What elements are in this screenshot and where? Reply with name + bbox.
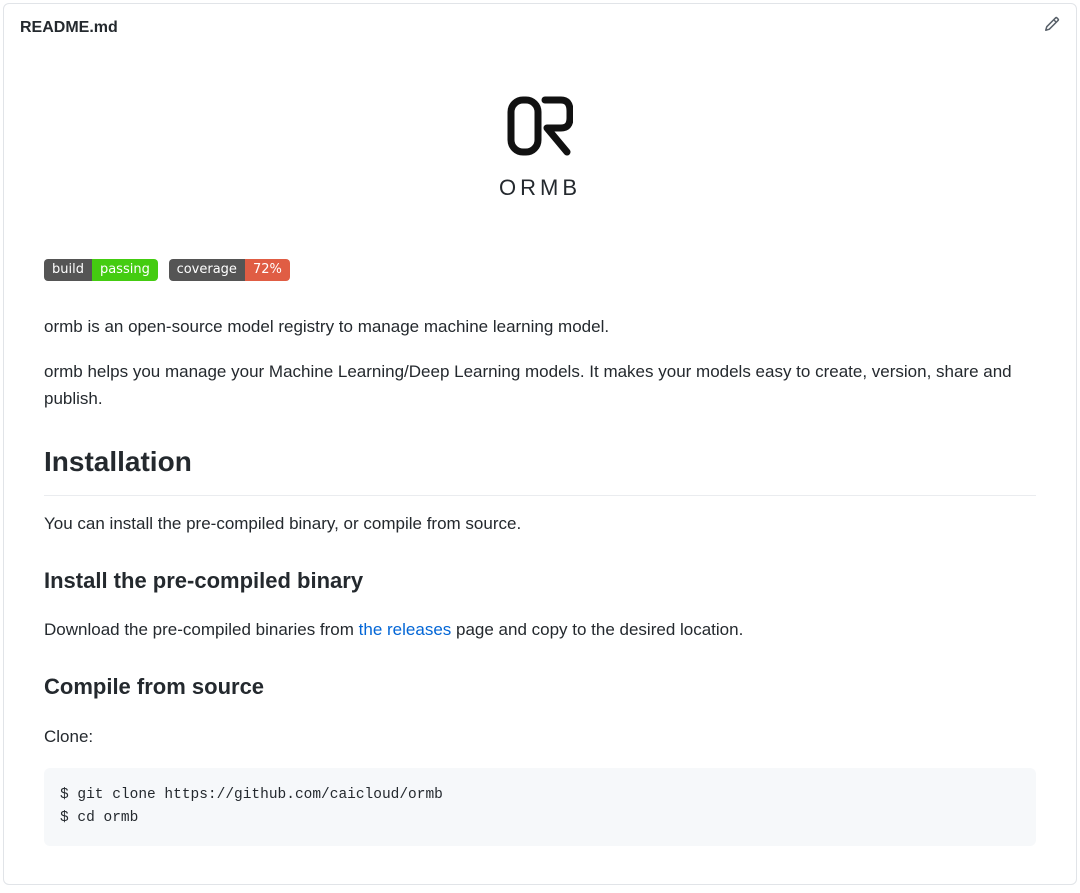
badges-row: build passing coverage 72% xyxy=(44,255,1036,282)
build-badge[interactable]: build passing xyxy=(44,259,158,281)
logo-mark xyxy=(507,96,573,156)
intro-paragraph-2: ormb helps you manage your Machine Learn… xyxy=(44,358,1036,412)
readme-body: ORMB build passing coverage 72% ormb is … xyxy=(4,52,1076,884)
precompiled-text-after: page and copy to the desired location. xyxy=(451,620,743,639)
readme-container: README.md ORMB build passing coverage 72… xyxy=(3,3,1077,885)
edit-button[interactable] xyxy=(1044,16,1060,40)
coverage-badge-value: 72% xyxy=(245,259,290,281)
project-logo: ORMB xyxy=(44,96,1036,205)
coverage-badge[interactable]: coverage 72% xyxy=(169,259,290,281)
precompiled-heading: Install the pre-compiled binary xyxy=(44,563,1036,598)
compile-heading: Compile from source xyxy=(44,669,1036,704)
precompiled-text-before: Download the pre-compiled binaries from xyxy=(44,620,359,639)
build-badge-status: passing xyxy=(92,259,158,281)
installation-heading: Installation xyxy=(44,440,1036,496)
logo-text: ORMB xyxy=(44,170,1036,205)
file-name: README.md xyxy=(20,16,118,40)
clone-label: Clone: xyxy=(44,723,1036,750)
pencil-icon xyxy=(1044,16,1060,32)
coverage-badge-label: coverage xyxy=(169,259,245,281)
clone-codeblock: $ git clone https://github.com/caicloud/… xyxy=(44,768,1036,846)
intro-paragraph-1: ormb is an open-source model registry to… xyxy=(44,313,1036,340)
releases-link[interactable]: the releases xyxy=(359,620,452,639)
build-badge-label: build xyxy=(44,259,92,281)
readme-header: README.md xyxy=(4,4,1076,52)
installation-text: You can install the pre-compiled binary,… xyxy=(44,510,1036,537)
precompiled-text: Download the pre-compiled binaries from … xyxy=(44,616,1036,643)
